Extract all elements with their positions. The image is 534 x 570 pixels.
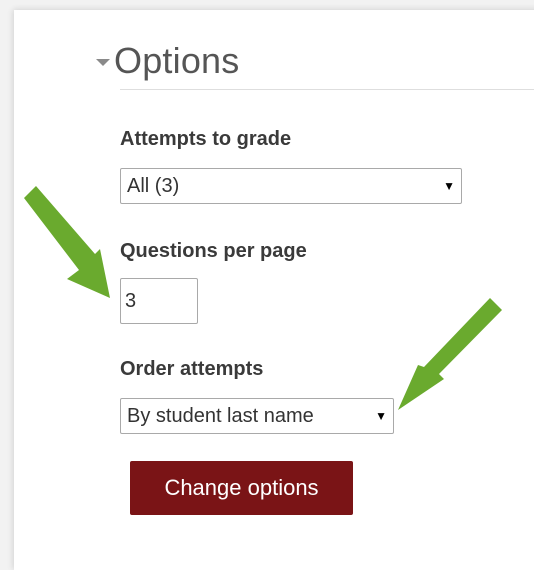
green-arrow-icon bbox=[24, 186, 502, 410]
